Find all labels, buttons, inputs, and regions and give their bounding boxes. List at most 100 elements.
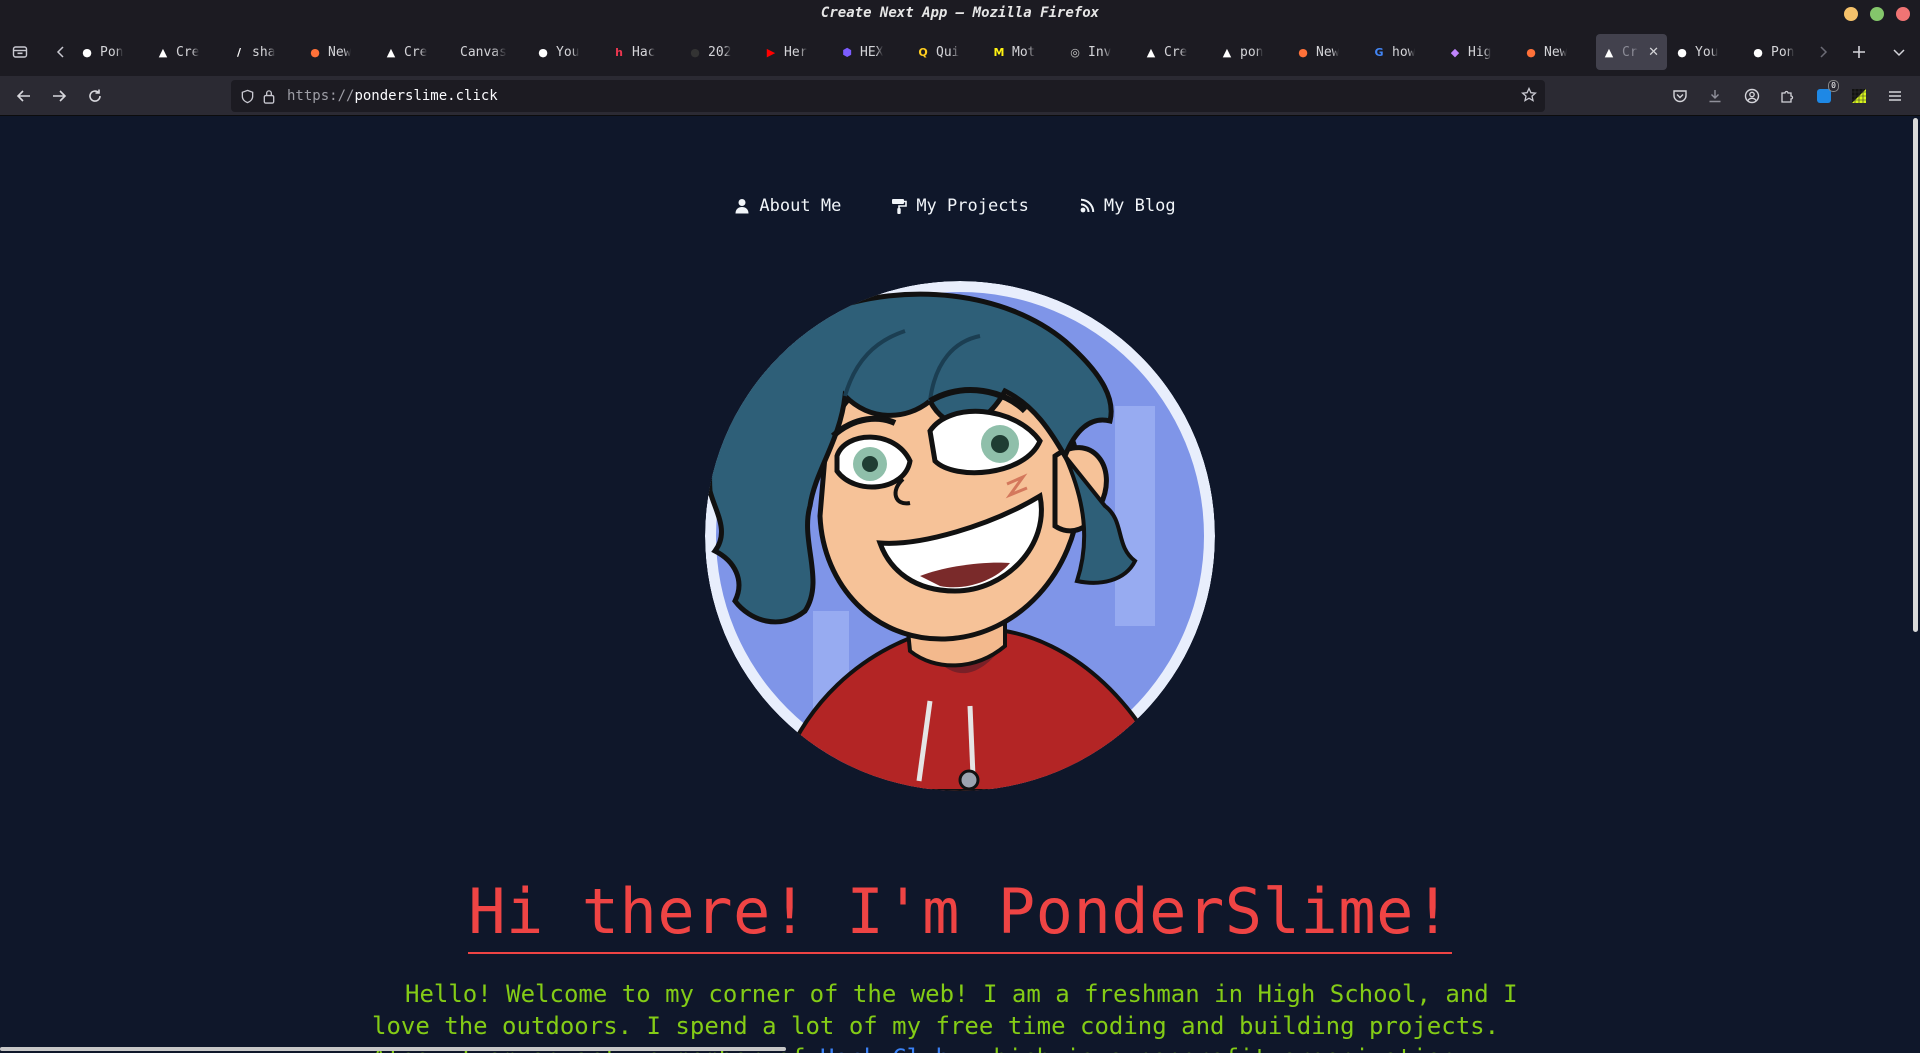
lock-icon[interactable] xyxy=(261,88,277,104)
tab-label: Cre xyxy=(176,44,200,60)
extension-yellow-button[interactable] xyxy=(1847,84,1871,108)
browser-tab[interactable]: ⬢ HEX xyxy=(834,34,910,70)
browser-tab[interactable]: ● Pon xyxy=(74,34,150,70)
github-octocat-icon: ● xyxy=(1677,45,1687,59)
vercel-triangle-icon: ▲ xyxy=(158,45,168,59)
browser-tab[interactable]: ▲ pon xyxy=(1214,34,1290,70)
forward-button[interactable] xyxy=(46,83,72,109)
bookmark-star-icon[interactable] xyxy=(1521,86,1537,107)
navigation-toolbar: https://ponderslime.click 0 xyxy=(0,76,1920,116)
downloads-button[interactable] xyxy=(1703,84,1727,108)
browser-tab[interactable]: / sha xyxy=(226,34,302,70)
browser-tab[interactable]: ● New xyxy=(1518,34,1594,70)
browser-tab[interactable]: ◆ Hig xyxy=(1442,34,1518,70)
vercel-triangle-icon: ▲ xyxy=(386,45,396,59)
shadcn-slash-icon: / xyxy=(236,45,242,59)
firefox-view-button[interactable] xyxy=(7,39,33,65)
invidious-icon: ◎ xyxy=(1070,45,1080,59)
extension-yellow-grid-icon xyxy=(1852,89,1866,103)
browser-tab[interactable]: ● New xyxy=(302,34,378,70)
browser-tab[interactable]: ● New xyxy=(1290,34,1366,70)
tab-label: Mot xyxy=(1012,44,1036,60)
address-bar[interactable]: https://ponderslime.click xyxy=(231,80,1545,112)
browser-tab[interactable]: Ghow xyxy=(1366,34,1442,70)
url-text[interactable]: https://ponderslime.click xyxy=(287,88,498,104)
firefox-view-icon xyxy=(12,46,28,58)
tab-label: Hig xyxy=(1468,44,1492,60)
minimize-button[interactable] xyxy=(1844,7,1858,21)
arrow-left-icon xyxy=(16,90,30,102)
pocket-button[interactable] xyxy=(1668,84,1692,108)
url-protocol: https:// xyxy=(287,88,355,104)
account-button[interactable] xyxy=(1740,84,1764,108)
vercel-triangle-icon: ▲ xyxy=(1146,45,1156,59)
nav-link-label: About Me xyxy=(759,196,842,216)
chevron-left-icon xyxy=(56,46,64,58)
browser-tab[interactable]: ▲ Cr ✕ xyxy=(1596,34,1667,70)
maximize-button[interactable] xyxy=(1870,7,1884,21)
tab-label: Cre xyxy=(1164,44,1188,60)
browser-tab[interactable]: ▲ Cre xyxy=(150,34,226,70)
pocket-icon xyxy=(1673,90,1687,103)
browser-tab[interactable]: Q Qui xyxy=(910,34,986,70)
browser-tab[interactable]: ● Pon xyxy=(1745,34,1820,70)
extension-blue-icon: 0 xyxy=(1817,80,1839,103)
motion-icon: M xyxy=(993,45,1005,59)
site-navigation: About Me My Projects My Blog xyxy=(0,196,1910,216)
browser-tab[interactable]: ● You xyxy=(530,34,606,70)
firefox-icon: ● xyxy=(1526,45,1536,59)
vercel-triangle-icon: ▲ xyxy=(1222,45,1232,59)
close-window-button[interactable] xyxy=(1896,7,1910,21)
tab-label: New xyxy=(1316,44,1340,60)
chevron-down-icon xyxy=(1893,49,1905,57)
rss-feed-icon xyxy=(1080,198,1095,213)
github-octocat-icon: ● xyxy=(82,45,92,59)
paint-roller-icon xyxy=(892,199,908,214)
github-octocat-icon: ● xyxy=(1753,45,1763,59)
browser-tab[interactable]: ◎ Inv xyxy=(1062,34,1138,70)
nav-link-my-blog[interactable]: My Blog xyxy=(1079,196,1176,216)
scroll-tabs-left-button[interactable] xyxy=(48,39,74,65)
scroll-tabs-right-button[interactable] xyxy=(1810,39,1836,65)
tab-label: You xyxy=(1695,44,1719,60)
browser-tab[interactable]: ▶ Her xyxy=(758,34,834,70)
nav-link-my-projects[interactable]: My Projects xyxy=(891,196,1029,216)
tab-label: Her xyxy=(784,44,808,60)
extension-blue-button[interactable]: 0 xyxy=(1812,80,1839,108)
nav-link-label: My Projects xyxy=(916,196,1029,216)
browser-tab[interactable]: ▲ Cre xyxy=(1138,34,1214,70)
nav-link-about-me[interactable]: About Me xyxy=(734,196,841,216)
hack-club-link[interactable]: Hack Club xyxy=(820,1044,950,1053)
hackclub-h-icon: h xyxy=(615,45,623,59)
app-menu-button[interactable] xyxy=(1883,84,1907,108)
browser-tab[interactable]: M Mot xyxy=(986,34,1062,70)
reload-button[interactable] xyxy=(82,83,108,109)
browser-tab[interactable]: ▲ Cre xyxy=(378,34,454,70)
tab-label: New xyxy=(1544,44,1568,60)
hero-heading-wrap: Hi there! I'm PonderSlime! xyxy=(0,874,1920,954)
browser-tab[interactable]: h Hac xyxy=(606,34,682,70)
tab-label: pon xyxy=(1240,44,1264,60)
tracking-protection-shield-icon[interactable] xyxy=(239,88,255,104)
intro-text: Hello! Welcome to my corner of the web! … xyxy=(372,980,1518,1053)
list-all-tabs-button[interactable] xyxy=(1886,39,1912,65)
horizontal-scrollbar-thumb[interactable] xyxy=(0,1047,786,1051)
window-controls xyxy=(1844,7,1910,21)
back-button[interactable] xyxy=(11,83,37,109)
vertical-scrollbar-thumb[interactable] xyxy=(1913,118,1918,632)
quizlet-icon: Q xyxy=(918,45,928,59)
tab-label: Cr xyxy=(1622,44,1638,60)
close-tab-icon[interactable]: ✕ xyxy=(1648,45,1659,60)
extensions-button[interactable] xyxy=(1775,84,1799,108)
browser-tab[interactable]: ● 202 xyxy=(682,34,758,70)
tab-label: 202 xyxy=(708,44,732,60)
firefox-icon: ● xyxy=(310,45,320,59)
profile-avatar xyxy=(705,281,1215,791)
window-titlebar: Create Next App — Mozilla Firefox xyxy=(0,0,1920,28)
new-tab-button[interactable] xyxy=(1846,39,1872,65)
page-heading: Hi there! I'm PonderSlime! xyxy=(468,874,1452,954)
browser-tab[interactable]: Canvas xyxy=(454,34,530,70)
plus-icon xyxy=(1853,46,1865,58)
browser-tab[interactable]: ● You xyxy=(1669,34,1745,70)
reload-icon xyxy=(89,89,101,102)
